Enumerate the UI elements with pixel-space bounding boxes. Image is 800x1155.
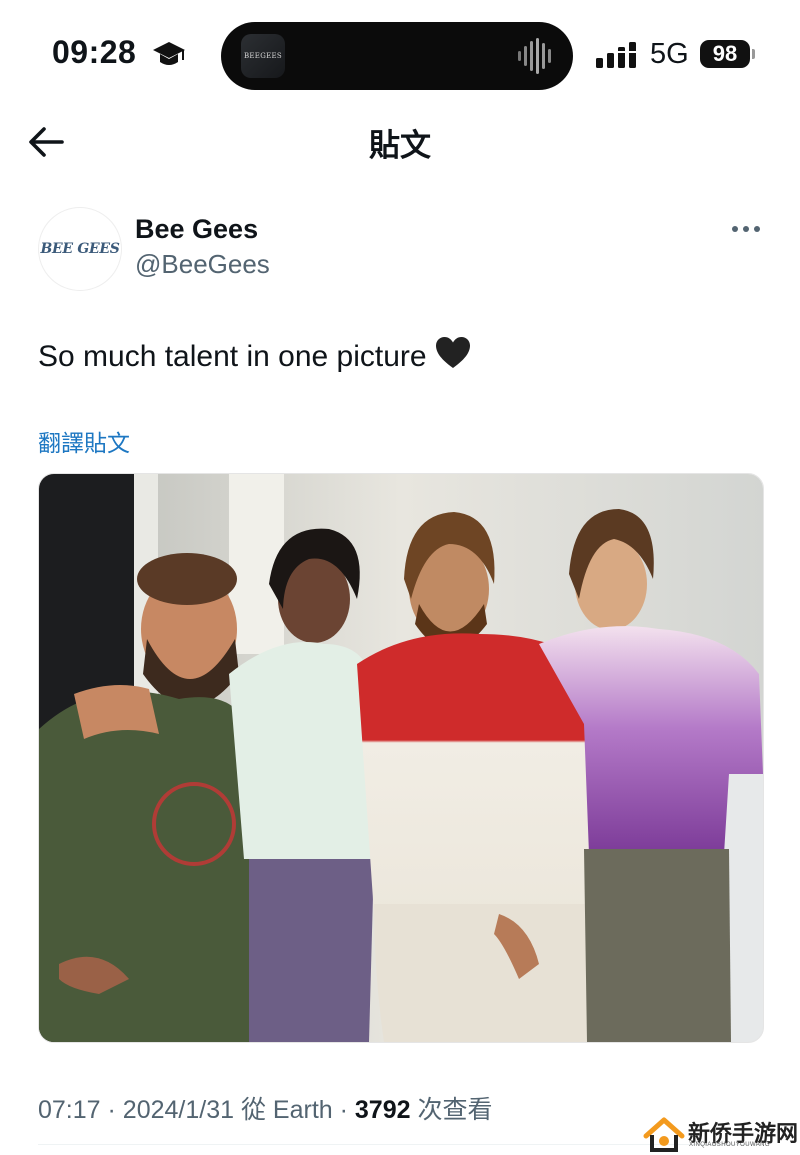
bee-gees-logo: BEE GEES [40,241,120,257]
post-date: 2024/1/31 [122,1096,235,1124]
view-count: 3792 [354,1096,411,1124]
page-title: 貼文 [369,128,431,163]
watermark-subtext: XINQIAOSHOUYOUWANG [689,1142,770,1148]
view-count-label: 次查看 [417,1096,493,1124]
meta-separator: · [339,1096,348,1124]
photo-illustration [39,474,763,1042]
author-handle[interactable]: @BeeGees [135,249,270,280]
graduation-cap-icon [153,42,185,65]
more-options-icon[interactable] [729,220,763,238]
audio-wave-icon [518,38,551,74]
avatar[interactable]: BEE GEES [38,207,122,291]
black-heart-icon [435,337,470,368]
post-time: 07:17 [38,1096,101,1124]
translate-post-link[interactable]: 翻譯貼文 [38,424,130,458]
battery-nub [752,49,755,59]
post-location: 從 Earth [240,1096,333,1124]
now-playing-artwork: BEEGEES [241,34,285,78]
site-watermark: 新侨手游网 XINQIAOSHOUYOUWANG [640,1114,800,1155]
house-logo-icon [643,1117,685,1152]
dynamic-island[interactable]: BEEGEES [221,22,573,90]
cellular-signal-icon [596,42,636,68]
post-photo[interactable] [38,473,764,1043]
post-text: So much talent in one picture [38,336,471,374]
network-type: 5G [650,38,689,70]
battery-indicator: 98 [700,40,750,68]
post-meta: 07:17 · 2024/1/31 從 Earth · 3792 次查看 [38,1090,493,1126]
meta-separator: · [107,1096,116,1124]
status-time: 09:28 [52,34,137,70]
post-text-body: So much talent in one picture [38,340,427,373]
author-name[interactable]: Bee Gees [135,214,258,245]
